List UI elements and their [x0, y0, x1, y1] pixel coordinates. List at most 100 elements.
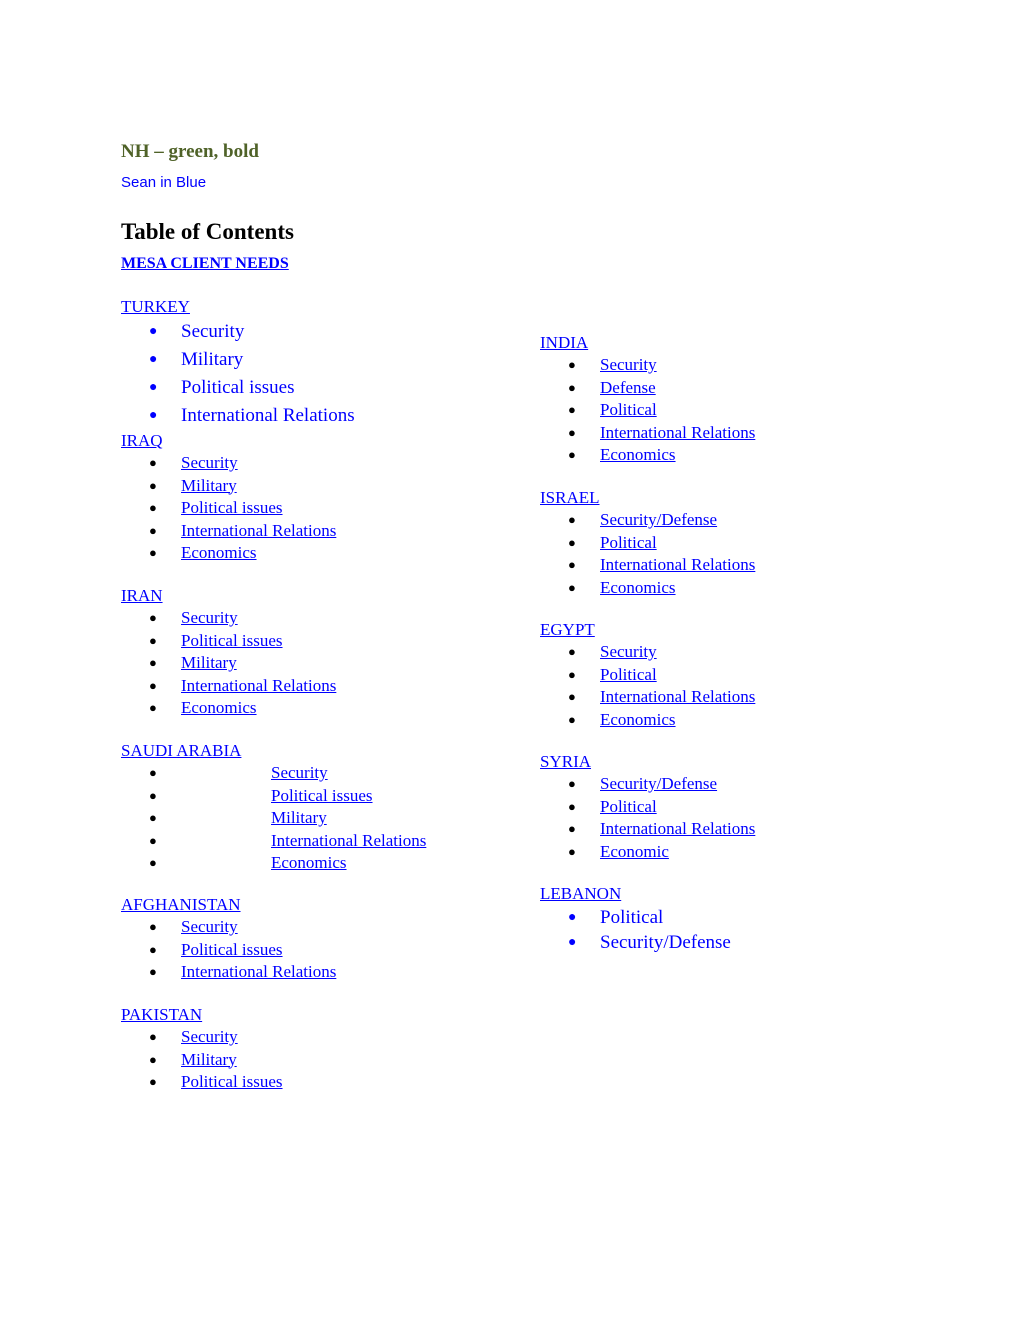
topic-link[interactable]: Security [271, 763, 328, 782]
topic-list-item: ● Political [540, 399, 755, 422]
topic-link[interactable]: Security/Defense [600, 932, 731, 953]
topic-list-item: ● Military [121, 475, 336, 498]
turkey-topic-list: ● Security ● Military ● Political issues ● Inte… [121, 318, 355, 430]
country-link-egypt[interactable]: EGYPT [540, 619, 755, 641]
topic-link[interactable]: Military [181, 349, 243, 370]
topic-link[interactable]: International Relations [181, 962, 336, 981]
country-link-israel[interactable]: ISRAEL [540, 487, 755, 509]
topic-link[interactable]: Economics [600, 710, 676, 729]
sean-note: Sean in Blue [121, 174, 207, 191]
topic-link[interactable]: Political issues [181, 1072, 283, 1091]
topic-list-item: ● Military [121, 652, 336, 675]
bullet-icon: ● [149, 765, 157, 780]
mesa-client-needs-link[interactable]: MESA CLIENT NEEDS [121, 255, 289, 273]
topic-list-item: ● Economics [540, 709, 755, 732]
topic-link[interactable]: Security [181, 1027, 238, 1046]
topic-link[interactable]: Military [181, 476, 237, 495]
topic-link[interactable]: Security/Defense [600, 510, 717, 529]
country-link-iraq[interactable]: IRAQ [121, 430, 336, 452]
topic-link[interactable]: International Relations [181, 521, 336, 540]
country-link-afghanistan[interactable]: AFGHANISTAN [121, 894, 336, 916]
country-link-syria[interactable]: SYRIA [540, 751, 755, 773]
bullet-icon: ● [149, 477, 157, 493]
topic-link[interactable]: Economics [600, 445, 676, 464]
topic-link[interactable]: Security/Defense [600, 774, 717, 793]
topic-link[interactable]: Political [600, 533, 657, 552]
bullet-icon: ● [149, 324, 158, 339]
topic-list-item: ● Political [540, 664, 755, 687]
topic-list-item: ● International Relations [540, 554, 755, 577]
country-link-pakistan[interactable]: PAKISTAN [121, 1004, 283, 1026]
topic-link[interactable]: International Relations [271, 831, 426, 850]
bullet-icon: ● [149, 522, 157, 538]
topic-link[interactable]: Economics [271, 853, 347, 872]
topic-list-item: ● Economics [121, 852, 426, 875]
topic-link[interactable]: International Relations [181, 676, 336, 695]
topic-link[interactable]: Political issues [271, 786, 373, 805]
bullet-icon: ● [568, 557, 576, 572]
section-israel: ISRAEL ● Security/Defense ● Political ● Intern… [540, 487, 755, 599]
topic-link[interactable]: Political [600, 797, 657, 816]
topic-list-item: ● Economics [121, 697, 336, 720]
country-link-turkey[interactable]: TURKEY [121, 296, 355, 318]
topic-link[interactable]: International Relations [600, 819, 755, 838]
topic-link[interactable]: Security [181, 321, 244, 342]
bullet-icon: ● [568, 534, 576, 550]
topic-list-item: ● Military [121, 1049, 283, 1072]
topic-link[interactable]: International Relations [600, 687, 755, 706]
topic-link[interactable]: Political issues [181, 631, 283, 650]
topic-link[interactable]: Security [181, 608, 238, 627]
country-link-lebanon[interactable]: LEBANON [540, 883, 731, 905]
topic-link[interactable]: Economics [181, 543, 257, 562]
topic-link[interactable]: Security [181, 453, 238, 472]
section-india: INDIA ● Security ● Defense ● Political ● Interna… [540, 332, 755, 467]
topic-link[interactable]: Security [600, 355, 657, 374]
topic-link[interactable]: International Relations [181, 405, 355, 426]
bullet-icon: ● [149, 832, 157, 848]
country-link-saudi[interactable]: SAUDI ARABIA [121, 740, 426, 762]
topic-link[interactable]: Military [271, 808, 327, 827]
section-lebanon: LEBANON ● Political ● Security/Defense [540, 883, 731, 955]
topic-link[interactable]: Economics [181, 698, 257, 717]
topic-link[interactable]: Military [181, 653, 237, 672]
egypt-topic-list: ● Security ● Political ● International Relati… [540, 641, 755, 731]
topic-link[interactable]: Defense [600, 378, 656, 397]
topic-list-item: ● International Relations [121, 402, 355, 430]
topic-link[interactable]: Security [181, 917, 238, 936]
country-link-india[interactable]: INDIA [540, 332, 755, 354]
topic-link[interactable]: International Relations [600, 423, 755, 442]
section-iraq: IRAQ ● Security ● Military ● Political issues ●… [121, 430, 336, 565]
bullet-icon: ● [568, 935, 577, 950]
country-link-iran[interactable]: IRAN [121, 585, 336, 607]
bullet-icon: ● [149, 1051, 157, 1067]
bullet-icon: ● [568, 711, 576, 727]
topic-link[interactable]: International Relations [600, 555, 755, 574]
topic-link[interactable]: Political [600, 665, 657, 684]
bullet-icon: ● [149, 1074, 157, 1089]
pakistan-topic-list: ● Security ● Military ● Political issues [121, 1026, 283, 1094]
section-afghanistan: AFGHANISTAN ● Security ● Political issues ● In… [121, 894, 336, 984]
topic-list-item: ● Political issues [121, 374, 355, 402]
topic-link[interactable]: Economics [600, 578, 676, 597]
topic-list-item: ● Military [121, 807, 426, 830]
topic-link[interactable]: Political issues [181, 940, 283, 959]
bullet-icon: ● [149, 941, 157, 957]
section-saudi-arabia: SAUDI ARABIA ● Security ● Political issues ● M… [121, 740, 426, 875]
bullet-icon: ● [568, 357, 576, 372]
bullet-icon: ● [149, 545, 157, 560]
topic-link[interactable]: Security [600, 642, 657, 661]
bullet-icon: ● [568, 843, 576, 859]
topic-list-item: ● Economics [540, 577, 755, 600]
bullet-icon: ● [149, 1029, 157, 1044]
topic-link[interactable]: Economic [600, 842, 669, 861]
bullet-icon: ● [149, 855, 157, 870]
bullet-icon: ● [149, 352, 158, 367]
topic-link[interactable]: Political [600, 907, 663, 928]
topic-link[interactable]: Military [181, 1050, 237, 1069]
topic-link[interactable]: Political issues [181, 377, 294, 398]
bullet-icon: ● [149, 964, 157, 979]
topic-list-item: ● Military [121, 346, 355, 374]
topic-link[interactable]: Political [600, 400, 657, 419]
iran-topic-list: ● Security ● Political issues ● Military ● Inte… [121, 607, 336, 720]
topic-link[interactable]: Political issues [181, 498, 283, 517]
